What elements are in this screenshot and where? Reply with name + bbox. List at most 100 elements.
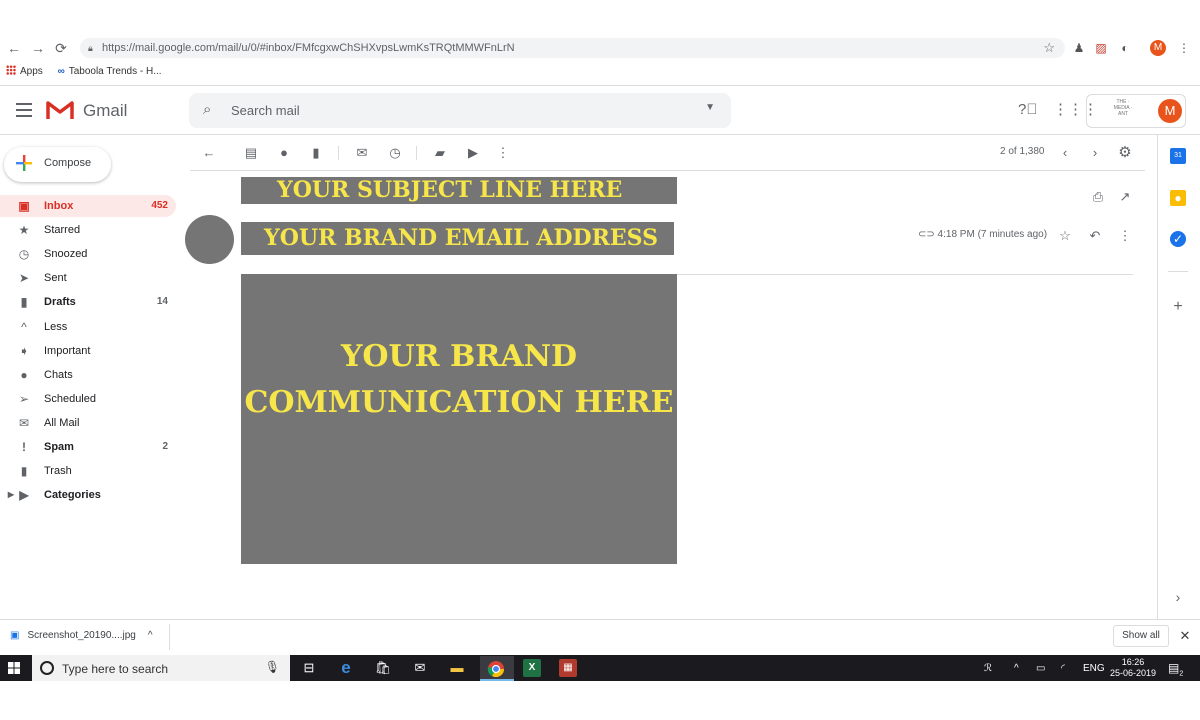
main-menu-icon[interactable]	[16, 103, 32, 117]
taboola-icon: ∞	[57, 66, 65, 77]
taskbar-clock[interactable]: 16:26 25-06-2019	[1108, 657, 1158, 679]
sidebar-item-label: Categories	[44, 489, 101, 501]
sidebar-item-scheduled[interactable]: ➢ Scheduled	[0, 388, 176, 410]
extension-circle-icon[interactable]: ◐	[1117, 40, 1133, 56]
reply-icon[interactable]: ↶	[1087, 228, 1103, 244]
newer-icon[interactable]: ‹	[1057, 145, 1073, 161]
sidebar-item-starred[interactable]: ★ Starred	[0, 219, 176, 241]
forward-icon[interactable]: →	[30, 40, 46, 56]
sender-address: YOUR BRAND EMAIL ADDRESS	[241, 222, 674, 255]
battery-icon[interactable]: ▭	[1036, 663, 1045, 674]
wifi-icon[interactable]: ◜	[1061, 663, 1065, 674]
download-chevron-up-icon[interactable]: ^	[148, 630, 153, 641]
browser-menu-icon[interactable]: ⋮	[1176, 40, 1192, 56]
reload-icon[interactable]: ⟳	[53, 40, 69, 56]
label-as-icon[interactable]: ▶	[465, 145, 481, 161]
sidebar-item-trash[interactable]: ▮ Trash	[0, 460, 176, 482]
address-bar[interactable]: 🔒︎ https://mail.google.com/mail/u/0/#inb…	[80, 38, 1065, 58]
sidebar-item-categories[interactable]: ▶ ▶ Categories	[0, 484, 176, 506]
sidebar-item-label: Chats	[44, 369, 73, 381]
clock-time: 16:26	[1121, 657, 1145, 667]
download-item[interactable]: ▣ Screenshot_20190....jpg ^	[10, 630, 153, 641]
sidebar-item-label: Scheduled	[44, 393, 96, 405]
star-message-icon[interactable]: ☆	[1057, 228, 1073, 244]
email-subject: YOUR SUBJECT LINE HERE	[241, 177, 677, 204]
sidebar-item-inbox[interactable]: ▣ Inbox 452	[0, 195, 176, 217]
back-to-inbox-icon[interactable]: ←	[201, 145, 217, 161]
sidebar-item-drafts[interactable]: ▮ Drafts 14	[0, 291, 176, 313]
excel-icon[interactable]: X	[523, 659, 541, 677]
message-time-text: 4:18 PM (7 minutes ago)	[937, 229, 1048, 240]
sidebar-item-important[interactable]: ➧ Important	[0, 340, 176, 362]
calendar-icon[interactable]: 31	[1170, 148, 1186, 164]
expand-rail-icon[interactable]: ›	[1170, 589, 1186, 605]
help-icon[interactable]: ?⃝	[1018, 101, 1038, 119]
message-time: ⊂⊃ 4:18 PM (7 minutes ago)	[918, 229, 1047, 240]
pdf-extension-icon[interactable]: ▨	[1093, 40, 1109, 56]
microphone-icon[interactable]: 🎙︎	[265, 660, 280, 674]
edge-icon[interactable]: e	[337, 659, 355, 677]
mark-unread-icon[interactable]: ✉	[354, 145, 370, 161]
more-options-icon[interactable]: ⋮	[495, 145, 511, 161]
sidebar-item-label: Sent	[44, 272, 67, 284]
snooze-icon[interactable]: ◷	[387, 145, 403, 161]
windows-start-icon[interactable]	[8, 662, 20, 674]
archive-icon[interactable]: ▤	[243, 145, 259, 161]
scheduled-icon: ➢	[18, 392, 30, 406]
file-explorer-icon[interactable]: ▬	[448, 659, 466, 677]
chrome-icon[interactable]	[487, 660, 505, 678]
extension-icon[interactable]: ♟	[1071, 40, 1087, 56]
report-spam-icon[interactable]: ●	[276, 145, 292, 161]
sidebar-item-label: Starred	[44, 224, 81, 236]
language-indicator[interactable]: ENG	[1083, 663, 1105, 674]
people-icon[interactable]: ℛ	[984, 663, 992, 674]
notifications-icon[interactable]: ▤2	[1168, 661, 1183, 677]
move-to-icon[interactable]: ▰	[432, 145, 448, 161]
email-body-text: YOUR BRAND COMMUNICATION HERE	[241, 334, 677, 426]
back-icon[interactable]: ←	[6, 40, 22, 56]
account-avatar[interactable]: M	[1158, 99, 1182, 123]
sidebar-item-sent[interactable]: ➤ Sent	[0, 267, 176, 289]
apps-icon[interactable]: ⋮⋮⋮	[1053, 101, 1098, 119]
sidebar-item-count: 2	[162, 441, 168, 452]
older-icon[interactable]: ›	[1087, 145, 1103, 161]
sidebar-item-label: Less	[44, 321, 68, 333]
add-addon-icon[interactable]: +	[1170, 299, 1186, 315]
show-all-button[interactable]: Show all	[1113, 625, 1169, 647]
tray-chevron-up-icon[interactable]: ^	[1014, 663, 1019, 674]
keep-icon[interactable]: ●	[1170, 190, 1186, 206]
bookmark-apps[interactable]: Apps	[6, 65, 49, 77]
sidebar-item-all-mail[interactable]: ✉ All Mail	[0, 412, 176, 434]
chevron-up-icon: ^	[21, 320, 27, 334]
delete-icon[interactable]: ▮	[308, 145, 324, 161]
message-more-icon[interactable]: ⋮	[1117, 228, 1133, 244]
browser-profile-avatar[interactable]: M	[1150, 40, 1166, 56]
sidebar-item-spam[interactable]: ! Spam 2	[0, 436, 176, 458]
winrar-icon[interactable]: ▦	[559, 659, 577, 677]
store-icon[interactable]: 🛍︎	[374, 659, 392, 677]
open-new-window-icon[interactable]: ↗	[1117, 189, 1133, 205]
url-text: https://mail.google.com/mail/u/0/#inbox/…	[102, 42, 515, 54]
mail-app-icon[interactable]: ✉	[411, 659, 429, 677]
mail-icon: ✉	[18, 416, 30, 430]
compose-button[interactable]: Compose	[4, 147, 111, 182]
email-body: YOUR BRAND COMMUNICATION HERE	[241, 274, 677, 564]
taskbar-search-input[interactable]: Type here to search 🎙︎	[32, 655, 290, 681]
expand-arrow-icon[interactable]: ▶	[4, 484, 18, 506]
sidebar-item-snoozed[interactable]: ◷ Snoozed	[0, 243, 176, 265]
search-input[interactable]: ⌕ Search mail ▼	[189, 93, 731, 128]
sidebar-item-count: 14	[156, 296, 168, 307]
print-icon[interactable]: ⎙	[1090, 189, 1106, 205]
close-downloads-icon[interactable]: ✕	[1177, 628, 1193, 644]
bookmark-taboola[interactable]: ∞ Taboola Trends - H...	[58, 66, 168, 77]
sidebar-item-chats[interactable]: ● Chats	[0, 364, 176, 386]
settings-gear-icon[interactable]: ⚙	[1117, 145, 1133, 161]
tasks-icon[interactable]: ✓	[1170, 231, 1186, 247]
search-icon[interactable]: ⌕	[203, 101, 211, 118]
important-icon: ➧	[18, 344, 30, 358]
gmail-title[interactable]: Gmail	[83, 101, 127, 121]
bookmark-star-icon[interactable]: ☆	[1043, 38, 1055, 58]
sidebar-item-less[interactable]: ^ Less	[0, 316, 176, 338]
search-options-icon[interactable]: ▼	[705, 102, 715, 113]
task-view-icon[interactable]: ⊟	[300, 659, 318, 677]
